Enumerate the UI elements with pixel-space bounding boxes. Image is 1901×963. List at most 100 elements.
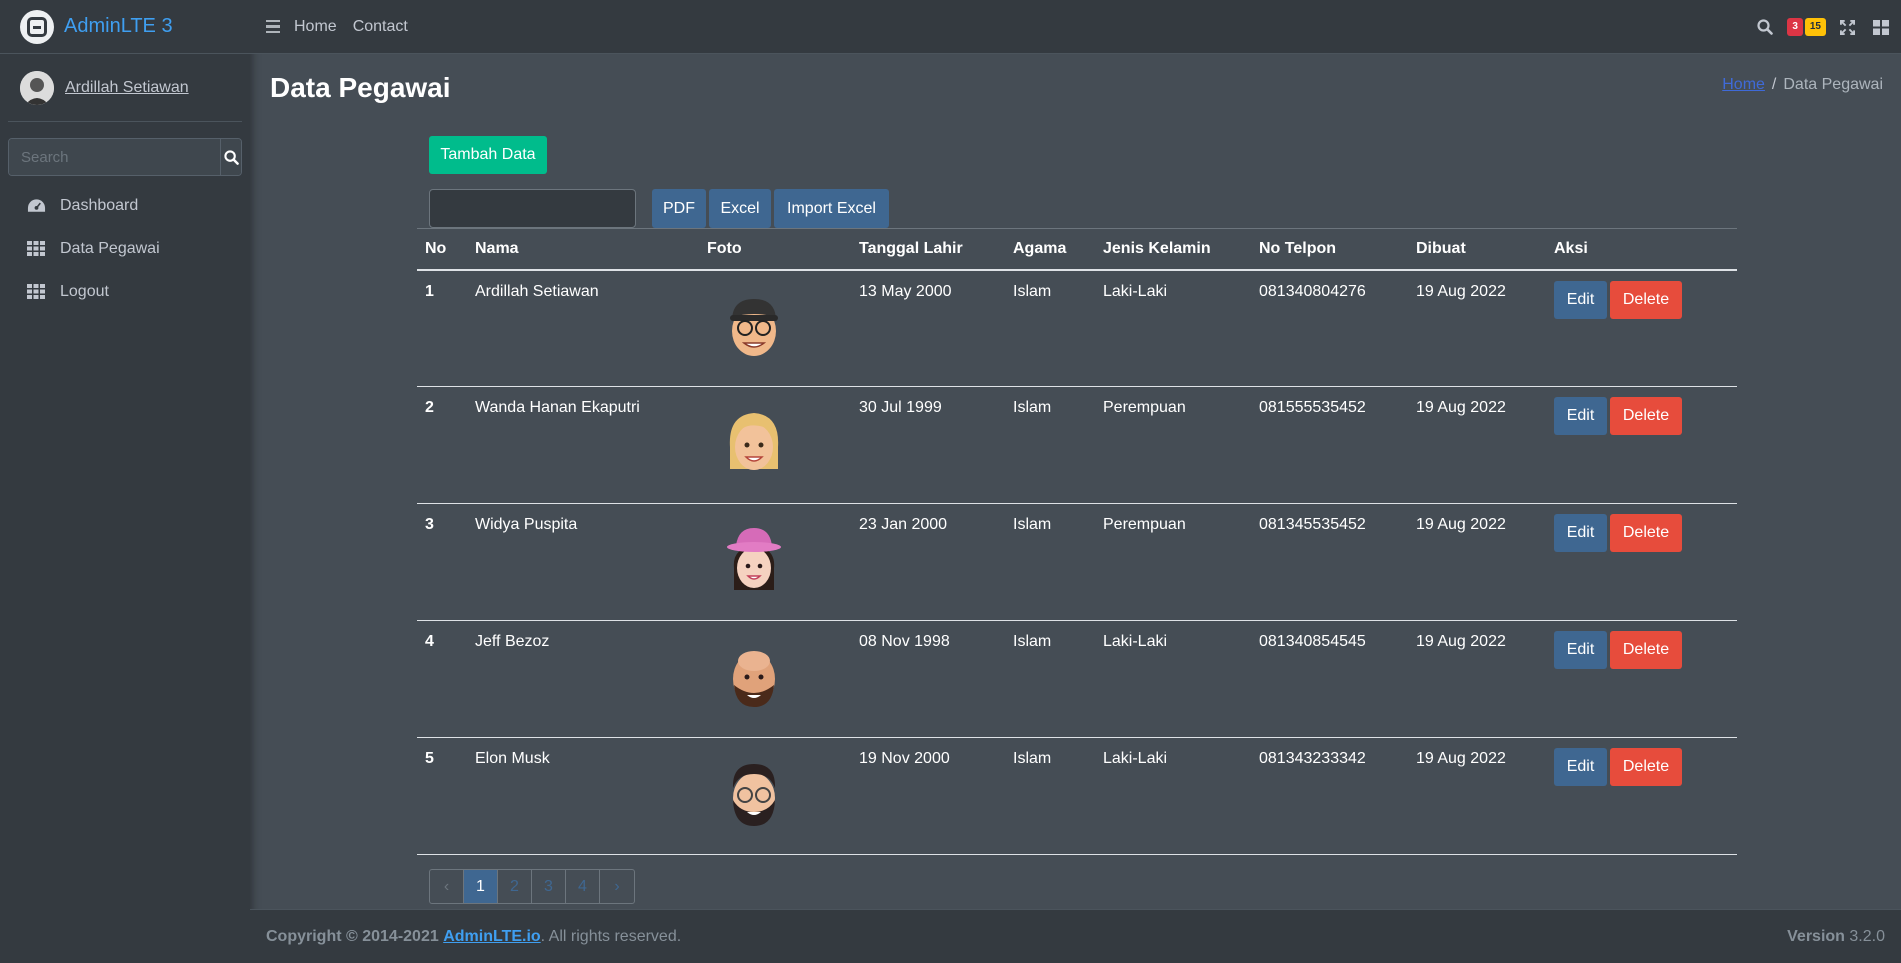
table-row: 4 Jeff Bezoz 08 Nov 1998 Islam Laki-Laki… bbox=[417, 620, 1737, 738]
cell-no-telpon: 081340854545 bbox=[1251, 620, 1408, 738]
edit-button[interactable]: Edit bbox=[1554, 514, 1607, 552]
pagination-page-3[interactable]: 3 bbox=[532, 870, 566, 903]
cell-aksi: Edit Delete bbox=[1546, 503, 1737, 621]
employee-photo bbox=[730, 298, 778, 356]
nav-link-home[interactable]: Home bbox=[294, 18, 337, 36]
cell-jenis-kelamin: Laki-Laki bbox=[1095, 269, 1251, 387]
cell-jenis-kelamin: Laki-Laki bbox=[1095, 737, 1251, 855]
sidebar-item-label: Data Pegawai bbox=[60, 239, 160, 257]
cell-no: 4 bbox=[417, 620, 467, 738]
brand-link[interactable]: AdminLTE 3 bbox=[0, 0, 250, 54]
cell-no: 1 bbox=[417, 269, 467, 387]
content-header: Data Pegawai Home / Data Pegawai bbox=[250, 54, 1901, 126]
edit-button[interactable]: Edit bbox=[1554, 397, 1607, 435]
delete-button[interactable]: Delete bbox=[1610, 748, 1682, 786]
delete-button[interactable]: Delete bbox=[1610, 631, 1682, 669]
cell-no: 5 bbox=[417, 737, 467, 855]
col-header-aksi: Aksi bbox=[1546, 228, 1737, 271]
cell-nama: Jeff Bezoz bbox=[467, 620, 699, 738]
user-panel: Ardillah Setiawan bbox=[8, 54, 242, 122]
cell-foto bbox=[699, 620, 851, 738]
nav-link-contact[interactable]: Contact bbox=[353, 18, 408, 36]
cell-foto bbox=[699, 503, 851, 621]
edit-button[interactable]: Edit bbox=[1554, 748, 1607, 786]
cell-dibuat: 19 Aug 2022 bbox=[1408, 503, 1546, 621]
col-header-no-telpon[interactable]: No Telpon bbox=[1251, 228, 1408, 271]
import-excel-button[interactable]: Import Excel bbox=[774, 189, 889, 228]
cell-no-telpon: 081555535452 bbox=[1251, 386, 1408, 504]
notification-badge-yellow[interactable]: 15 bbox=[1804, 18, 1826, 36]
cell-agama: Islam bbox=[1005, 269, 1095, 387]
edit-button[interactable]: Edit bbox=[1554, 631, 1607, 669]
col-header-dibuat[interactable]: Dibuat bbox=[1408, 228, 1546, 271]
sidebar-item-label: Logout bbox=[60, 282, 109, 300]
cell-jenis-kelamin: Laki-Laki bbox=[1095, 620, 1251, 738]
cell-agama: Islam bbox=[1005, 386, 1095, 504]
cell-tanggal-lahir: 08 Nov 1998 bbox=[851, 620, 1005, 738]
brand-name: AdminLTE 3 bbox=[64, 15, 173, 37]
col-header-nama[interactable]: Nama bbox=[467, 228, 699, 271]
col-header-jenis-kelamin[interactable]: Jenis Kelamin bbox=[1095, 228, 1251, 271]
sidebar-search-input[interactable] bbox=[9, 139, 220, 175]
col-header-foto[interactable]: Foto bbox=[699, 228, 851, 271]
col-header-agama[interactable]: Agama bbox=[1005, 228, 1095, 271]
col-header-tanggal-lahir[interactable]: Tanggal Lahir bbox=[851, 228, 1005, 271]
employee-photo bbox=[732, 764, 776, 826]
export-excel-button[interactable]: Excel bbox=[709, 189, 771, 228]
delete-button[interactable]: Delete bbox=[1610, 280, 1682, 319]
cell-nama: Wanda Hanan Ekaputri bbox=[467, 386, 699, 504]
hamburger-menu-icon[interactable] bbox=[266, 19, 280, 34]
breadcrumb: Home / Data Pegawai bbox=[1722, 76, 1883, 93]
edit-button[interactable]: Edit bbox=[1554, 280, 1607, 319]
employee-table: No Nama Foto Tanggal Lahir Agama Jenis K… bbox=[417, 228, 1737, 855]
footer-rights: . All rights reserved. bbox=[540, 927, 682, 945]
control-sidebar-icon[interactable] bbox=[1873, 19, 1889, 35]
cell-tanggal-lahir: 30 Jul 1999 bbox=[851, 386, 1005, 504]
cell-no-telpon: 081343233342 bbox=[1251, 737, 1408, 855]
search-icon[interactable] bbox=[1757, 19, 1774, 35]
pagination-prev[interactable]: ‹ bbox=[430, 870, 464, 903]
cell-no-telpon: 081340804276 bbox=[1251, 269, 1408, 387]
sidebar-item-data-pegawai[interactable]: Data Pegawai bbox=[0, 227, 250, 270]
notification-badge-red[interactable]: 3 bbox=[1787, 18, 1803, 36]
user-name-link[interactable]: Ardillah Setiawan bbox=[65, 79, 189, 97]
cell-tanggal-lahir: 19 Nov 2000 bbox=[851, 737, 1005, 855]
pagination-page-4[interactable]: 4 bbox=[566, 870, 600, 903]
cell-foto bbox=[699, 269, 851, 387]
breadcrumb-home-link[interactable]: Home bbox=[1722, 76, 1765, 93]
cell-aksi: Edit Delete bbox=[1546, 386, 1737, 504]
cell-aksi: Edit Delete bbox=[1546, 620, 1737, 738]
pagination-page-1[interactable]: 1 bbox=[464, 870, 498, 903]
table-row: 5 Elon Musk 19 Nov 2000 Islam Laki-Laki … bbox=[417, 737, 1737, 855]
fullscreen-icon[interactable] bbox=[1840, 19, 1855, 35]
sidebar-item-dashboard[interactable]: Dashboard bbox=[0, 184, 250, 227]
navbar-right: 3 15 bbox=[1757, 0, 1901, 54]
cell-nama: Ardillah Setiawan bbox=[467, 269, 699, 387]
add-data-button[interactable]: Tambah Data bbox=[429, 136, 547, 174]
delete-button[interactable]: Delete bbox=[1610, 397, 1682, 435]
pagination-next[interactable]: › bbox=[600, 870, 634, 903]
sidebar-item-logout[interactable]: Logout bbox=[0, 270, 250, 313]
dashboard-icon bbox=[27, 198, 49, 214]
table-header-row: No Nama Foto Tanggal Lahir Agama Jenis K… bbox=[417, 228, 1737, 271]
table-row: 3 Widya Puspita 23 Jan 2000 Islam Peremp… bbox=[417, 503, 1737, 621]
footer-link[interactable]: AdminLTE.io bbox=[443, 928, 540, 946]
footer-version-label: Version bbox=[1787, 927, 1845, 945]
delete-button[interactable]: Delete bbox=[1610, 514, 1682, 552]
footer-version: Version 3.2.0 bbox=[1787, 928, 1885, 946]
pagination-page-2[interactable]: 2 bbox=[498, 870, 532, 903]
grid-icon bbox=[27, 284, 49, 299]
search-icon bbox=[223, 149, 239, 165]
export-pdf-button[interactable]: PDF bbox=[652, 189, 706, 228]
employee-photo bbox=[733, 651, 775, 707]
cell-no-telpon: 081345535452 bbox=[1251, 503, 1408, 621]
sidebar-search-button[interactable] bbox=[220, 139, 241, 175]
cell-agama: Islam bbox=[1005, 503, 1095, 621]
brand-logo bbox=[20, 9, 54, 44]
cell-aksi: Edit Delete bbox=[1546, 737, 1737, 855]
table-search-input[interactable] bbox=[429, 189, 636, 228]
user-avatar bbox=[20, 70, 54, 105]
top-navbar: Home Contact 3 15 bbox=[250, 0, 1901, 54]
col-header-no[interactable]: No bbox=[417, 228, 467, 271]
cell-agama: Islam bbox=[1005, 620, 1095, 738]
